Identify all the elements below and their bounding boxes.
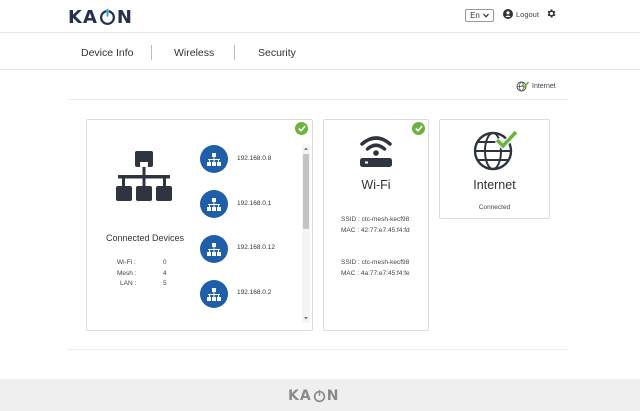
device-ip: 192.168.0.12 [237, 244, 275, 251]
network-icon [116, 151, 172, 201]
tab-device-info[interactable]: Device Info [81, 47, 134, 59]
count-lan-value: 5 [163, 280, 167, 287]
internet-status: Internet [516, 81, 556, 92]
gear-icon[interactable] [546, 8, 557, 19]
kaon-o-logo [99, 8, 115, 25]
nav-divider [151, 45, 152, 60]
footer-logo-post: N [326, 388, 340, 404]
device-icon[interactable] [200, 235, 228, 263]
globe-check-icon [516, 81, 529, 92]
connected-devices-title: Connected Devices [105, 233, 185, 243]
internet-status-label: Internet [532, 83, 556, 90]
main-nav: Device Info Wireless Security [0, 33, 640, 70]
device-network-icon [207, 197, 221, 211]
wifi-ssid: SSID : ctc-mesh-kecf98 [341, 216, 410, 223]
device-ip: 192.168.0.1 [237, 200, 272, 207]
globe-icon [473, 131, 518, 171]
wifi-router-icon [360, 136, 392, 167]
kaon-o-logo [313, 389, 325, 402]
tab-wireless[interactable]: Wireless [174, 47, 214, 59]
device-icon[interactable] [200, 280, 228, 308]
wifi-mac: MAC : 42:77:e7:45:f4:fd [341, 227, 410, 234]
language-select[interactable]: En [465, 9, 494, 22]
count-wifi-value: 0 [163, 259, 167, 266]
chevron-down-icon [482, 13, 489, 18]
count-lan-label: LAN : [120, 280, 137, 287]
internet-title: Internet [473, 178, 516, 192]
count-mesh-value: 4 [163, 270, 167, 277]
user-icon [503, 9, 513, 19]
footer: KA N [0, 379, 640, 411]
logout-button[interactable]: Logout [503, 9, 539, 19]
wifi-title: Wi-Fi [361, 178, 391, 192]
internet-status-text: Connected [478, 204, 511, 211]
count-mesh-label: Mesh : [117, 270, 137, 277]
check-icon [295, 122, 308, 135]
brand-logo[interactable]: KA N [68, 6, 133, 28]
device-network-icon [207, 287, 221, 301]
device-icon[interactable] [200, 145, 228, 173]
tab-security[interactable]: Security [258, 47, 296, 59]
wifi-ssid: SSID : ctc-mesh-kecf98 [341, 259, 410, 266]
device-network-icon [207, 242, 221, 256]
section-divider [68, 99, 568, 100]
device-ip: 192.168.0.2 [237, 289, 272, 296]
footer-logo: KA N [288, 388, 339, 404]
logout-label: Logout [516, 9, 539, 19]
language-value: En [470, 11, 480, 20]
brand-logo-post: N [116, 6, 133, 28]
scrollbar-thumb [303, 154, 309, 229]
nav-divider [234, 45, 235, 60]
device-ip: 192.168.0.8 [237, 155, 272, 162]
footer-logo-pre: KA [288, 388, 312, 404]
brand-logo-pre: KA [68, 6, 98, 28]
count-wifi-label: Wi-Fi : [117, 259, 136, 266]
wifi-mac: MAC : 4a:77:e7:45:f4:fe [341, 270, 410, 277]
section-divider [68, 349, 568, 350]
device-network-icon [207, 152, 221, 166]
device-list-scrollbar[interactable] [302, 145, 310, 323]
header: KA N En Logout [0, 0, 640, 33]
check-icon [412, 122, 425, 135]
device-icon[interactable] [200, 190, 228, 218]
